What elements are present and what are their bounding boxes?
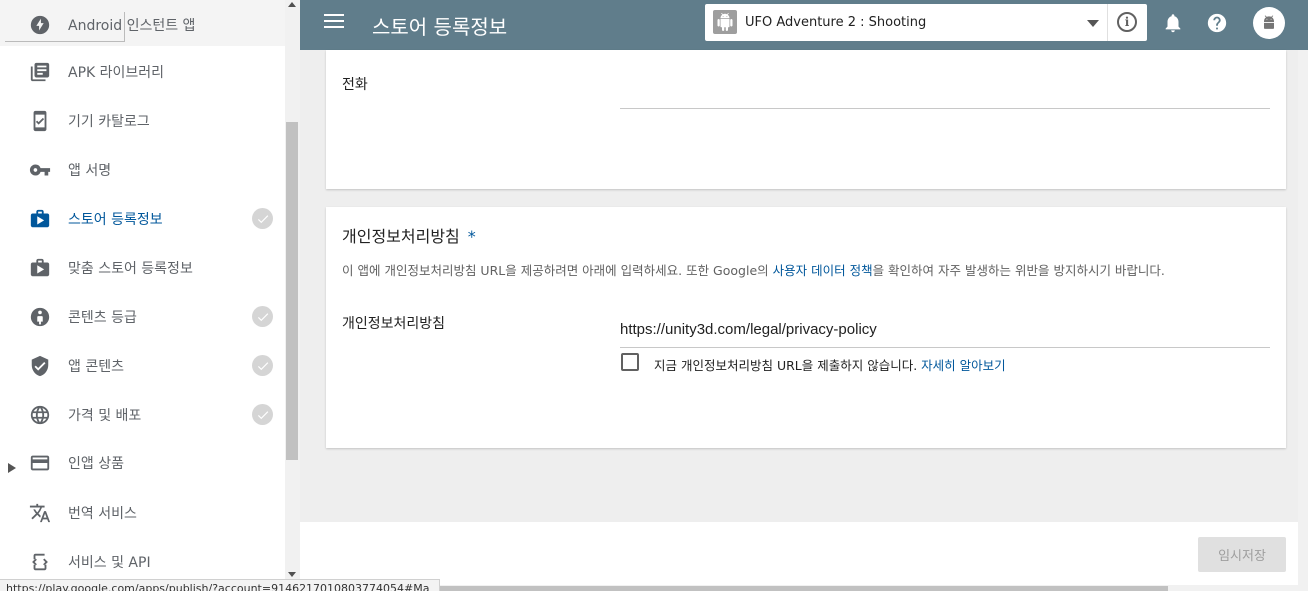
desc-text-pre: 이 앱에 개인정보처리방침 URL을 제공하려면 아래에 입력하세요. 또한 G…: [342, 263, 773, 278]
sidebar-item-label: 가격 및 배포: [68, 407, 142, 424]
sidebar-item-label: 인앱 상품: [68, 455, 124, 472]
privacy-title-text: 개인정보처리방침: [342, 227, 460, 246]
sidebar: Android 인스턴트 앱 APK 라이브러리 기기 카탈로그 앱 서명 스토…: [0, 0, 300, 591]
sidebar-item-pricing-distribution[interactable]: 가격 및 배포: [0, 390, 285, 439]
user-data-policy-link[interactable]: 사용자 데이터 정책: [773, 263, 873, 278]
page-title: 스토어 등록정보: [372, 15, 508, 39]
device-catalog-icon: [28, 109, 52, 133]
sidebar-item-label: 기기 카탈로그: [68, 113, 150, 130]
sidebar-item-content-rating[interactable]: 콘텐츠 등급: [0, 292, 285, 341]
custom-store-icon: [28, 256, 52, 280]
privacy-url-underline: [620, 347, 1270, 348]
no-privacy-url-checkbox[interactable]: [621, 353, 639, 371]
no-privacy-url-label: 지금 개인정보처리방침 URL을 제출하지 않습니다. 자세히 알아보기: [654, 355, 1006, 374]
selector-divider: [1107, 4, 1108, 41]
privacy-section-title: 개인정보처리방침 *: [342, 223, 476, 247]
sidebar-scrollbar-thumb[interactable]: [286, 122, 298, 460]
desc-text-post: 을 확인하여 자주 발생하는 위반을 방지하시기 바랍니다.: [872, 263, 1165, 278]
help-icon[interactable]: [1206, 12, 1228, 34]
api-icon: [28, 550, 52, 574]
globe-icon: [28, 403, 52, 427]
key-icon: [28, 158, 52, 182]
check-circle-icon: [252, 306, 273, 327]
expand-arrow-icon[interactable]: [8, 458, 16, 473]
scroll-up-arrow-icon[interactable]: [288, 2, 296, 7]
dropdown-caret-icon[interactable]: [1087, 20, 1099, 27]
sidebar-item-label: 스토어 등록정보: [68, 211, 163, 228]
shield-icon: [28, 354, 52, 378]
sidebar-item-app-content[interactable]: 앱 콘텐츠: [0, 341, 285, 390]
sidebar-item-in-app-products[interactable]: 인앱 상품: [0, 438, 285, 487]
store-icon: [28, 207, 52, 231]
phone-input[interactable]: [620, 108, 1270, 109]
status-bar-url: https://play.google.com/apps/publish/?ac…: [0, 579, 440, 591]
sidebar-item-label: 콘텐츠 등급: [68, 309, 137, 326]
sidebar-item-label: 앱 콘텐츠: [68, 358, 124, 375]
sidebar-item-label: 서비스 및 API: [68, 554, 151, 571]
sidebar-item-custom-store-listing[interactable]: 맞춤 스토어 등록정보: [0, 243, 285, 292]
check-circle-icon: [252, 355, 273, 376]
app-name: UFO Adventure 2 : Shooting: [745, 15, 927, 30]
android-app-icon: [713, 10, 737, 34]
check-circle-icon: [252, 404, 273, 425]
sidebar-item-label: 번역 서비스: [68, 505, 137, 522]
sidebar-item-app-signing[interactable]: 앱 서명: [0, 145, 285, 194]
save-draft-button[interactable]: 임시저장: [1198, 537, 1286, 572]
sidebar-item-device-catalog[interactable]: 기기 카탈로그: [0, 96, 285, 145]
scroll-down-arrow-icon[interactable]: [288, 572, 296, 577]
contact-details-card: 전화: [326, 50, 1286, 189]
bottom-action-bar: 임시저장: [300, 522, 1298, 585]
sidebar-item-apk-library[interactable]: APK 라이브러리: [0, 47, 285, 96]
sidebar-item-label: APK 라이브러리: [68, 64, 165, 81]
info-icon[interactable]: i: [1117, 12, 1137, 32]
required-mark: *: [467, 227, 476, 246]
privacy-policy-card: 개인정보처리방침 * 이 앱에 개인정보처리방침 URL을 제공하려면 아래에 입…: [326, 207, 1286, 448]
check-circle-icon: [252, 208, 273, 229]
top-app-bar: 스토어 등록정보 UFO Adventure 2 : Shooting i: [300, 0, 1308, 50]
sidebar-item-label: 맞춤 스토어 등록정보: [68, 260, 193, 277]
main-scrollbar[interactable]: [1298, 50, 1308, 585]
sidebar-item-label: 앱 서명: [68, 162, 112, 179]
translate-icon: [28, 501, 52, 525]
sidebar-item-store-listing[interactable]: 스토어 등록정보: [0, 194, 285, 243]
sidebar-item-translation[interactable]: 번역 서비스: [0, 488, 285, 537]
learn-more-link[interactable]: 자세히 알아보기: [921, 358, 1005, 373]
phone-label: 전화: [342, 77, 368, 93]
account-avatar[interactable]: [1253, 7, 1285, 39]
privacy-url-label: 개인정보처리방침: [342, 316, 446, 332]
library-icon: [28, 60, 52, 84]
card-icon: [28, 451, 52, 475]
menu-icon[interactable]: [324, 14, 344, 30]
hover-tooltip-frame: [5, 12, 125, 42]
checkbox-label-text: 지금 개인정보처리방침 URL을 제출하지 않습니다.: [654, 358, 922, 373]
notifications-bell-icon[interactable]: [1162, 12, 1184, 34]
rating-icon: [28, 305, 52, 329]
app-selector[interactable]: UFO Adventure 2 : Shooting i: [705, 4, 1147, 41]
privacy-url-input[interactable]: https://unity3d.com/legal/privacy-policy: [620, 321, 877, 338]
privacy-description: 이 앱에 개인정보처리방침 URL을 제공하려면 아래에 입력하세요. 또한 G…: [342, 260, 1165, 279]
horizontal-scrollbar-thumb[interactable]: [440, 586, 1168, 591]
